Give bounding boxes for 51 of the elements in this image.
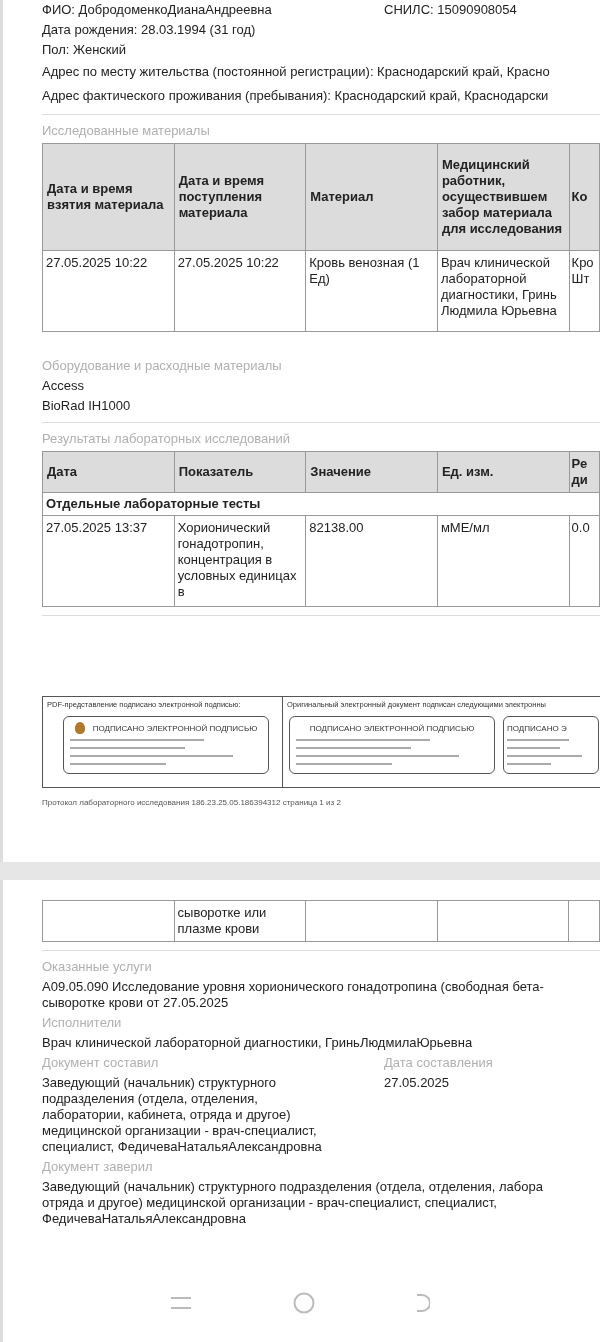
section-title: Исполнители <box>42 1014 123 1032</box>
section-title: Оборудование и расходные материалы <box>42 357 283 375</box>
patient-name: ФИО: ДобродоменкоДианаАндреевна <box>42 1 273 19</box>
column-header: Дата <box>42 451 175 493</box>
section-title: Документ заверил <box>42 1158 154 1176</box>
table-cell: сыворотке или плазме крови <box>174 900 306 942</box>
table-cell: мМЕ/мл <box>437 515 570 607</box>
column-header: Значение <box>305 451 438 493</box>
table-cell: 27.05.2025 10:22 <box>174 250 306 332</box>
table-cell: 27.05.2025 13:37 <box>42 515 175 607</box>
column-header: Дата и время поступления материала <box>174 143 306 251</box>
table-cell: 82138.00 <box>305 515 438 607</box>
menu-icon[interactable] <box>170 1296 193 1310</box>
equipment-item: BioRad IH1000 <box>42 397 131 415</box>
column-header: Ко <box>569 143 600 251</box>
back-icon[interactable] <box>415 1294 430 1312</box>
stamp-heading: ПОДПИСАНО ЭЛЕКТРОННОЙ ПОДПИСЬЮ <box>309 723 475 733</box>
column-header: Ре ди <box>569 451 600 493</box>
paragraph: 27.05.2025 <box>384 1074 450 1092</box>
sex: Пол: Женский <box>42 41 127 59</box>
paragraph: Заведующий (начальник) структурного подразделения (отдела, отделения, лабора отряда и другое) медицинской организации - врач-специалист, специалист, ФедичеваНатальяАлександровна <box>42 1178 543 1228</box>
column-header: Показатель <box>174 451 306 493</box>
paragraph: Врач клинической лабораторной диагностики, ГриньЛюдмилаЮрьевна <box>42 1034 473 1052</box>
table-cell: 0.0 <box>569 515 600 607</box>
column-header: Материал <box>305 143 438 251</box>
column-header: Дата и время взятия материала <box>42 143 175 251</box>
section-title: Исследованные материалы <box>42 122 211 140</box>
paragraph: A09.05.090 Исследование уровня хорионического гонадотропина (свободная бета- сыворотке крови от 27.05.2025 <box>42 978 544 1012</box>
table-cell: Кро Шт <box>569 250 600 332</box>
table-cell: Кровь венозная (1 Ед) <box>305 250 438 332</box>
column-header: Ед. изм. <box>437 451 570 493</box>
group-header: Отдельные лабораторные тесты <box>42 492 600 516</box>
section-title: Результаты лабораторных исследований <box>42 430 291 448</box>
stamp-heading: ПОДПИСАНО Э <box>507 723 567 733</box>
section-title: Оказанные услуги <box>42 958 153 976</box>
table-cell: Хорионический гонадотропин, концентрация в условных единицах в <box>174 515 306 607</box>
page-footer: Протокол лабораторного исследования 186.23.25.05.186394312 страница 1 из 2 <box>42 798 600 807</box>
home-icon[interactable] <box>293 1292 315 1314</box>
snils: СНИЛС: 15090908054 <box>384 1 517 19</box>
stamp-heading: ПОДПИСАНО ЭЛЕКТРОННОЙ ПОДПИСЬЮ <box>92 723 258 733</box>
column-header: Медицинский работник, осуществившем забор материала для исследования <box>437 143 570 251</box>
table-cell: 27.05.2025 10:22 <box>42 250 175 332</box>
equipment-item: Access <box>42 377 84 395</box>
paragraph: Заведующий (начальник) структурного подразделения (отдела, отделения, лаборатории, кабинета, отряда и другое) медицинской организации - врач-специалист, специалист, ФедичеваНатальяАлександровна <box>42 1074 322 1156</box>
registration-address: Адрес по месту жительства (постоянной регистрации): Краснодарский край, Красно <box>42 63 550 81</box>
section-title: Дата составления <box>384 1054 494 1072</box>
emblem-icon <box>74 722 85 734</box>
birth-date: Дата рождения: 28.03.1994 (31 год) <box>42 21 256 39</box>
table-cell: Врач клинической лабораторной диагностики, Гринь Людмила Юрьевна <box>437 250 570 332</box>
section-title: Документ составил <box>42 1054 160 1072</box>
actual-address: Адрес фактического проживания (пребывания): Краснодарский край, Краснодарски <box>42 87 549 105</box>
